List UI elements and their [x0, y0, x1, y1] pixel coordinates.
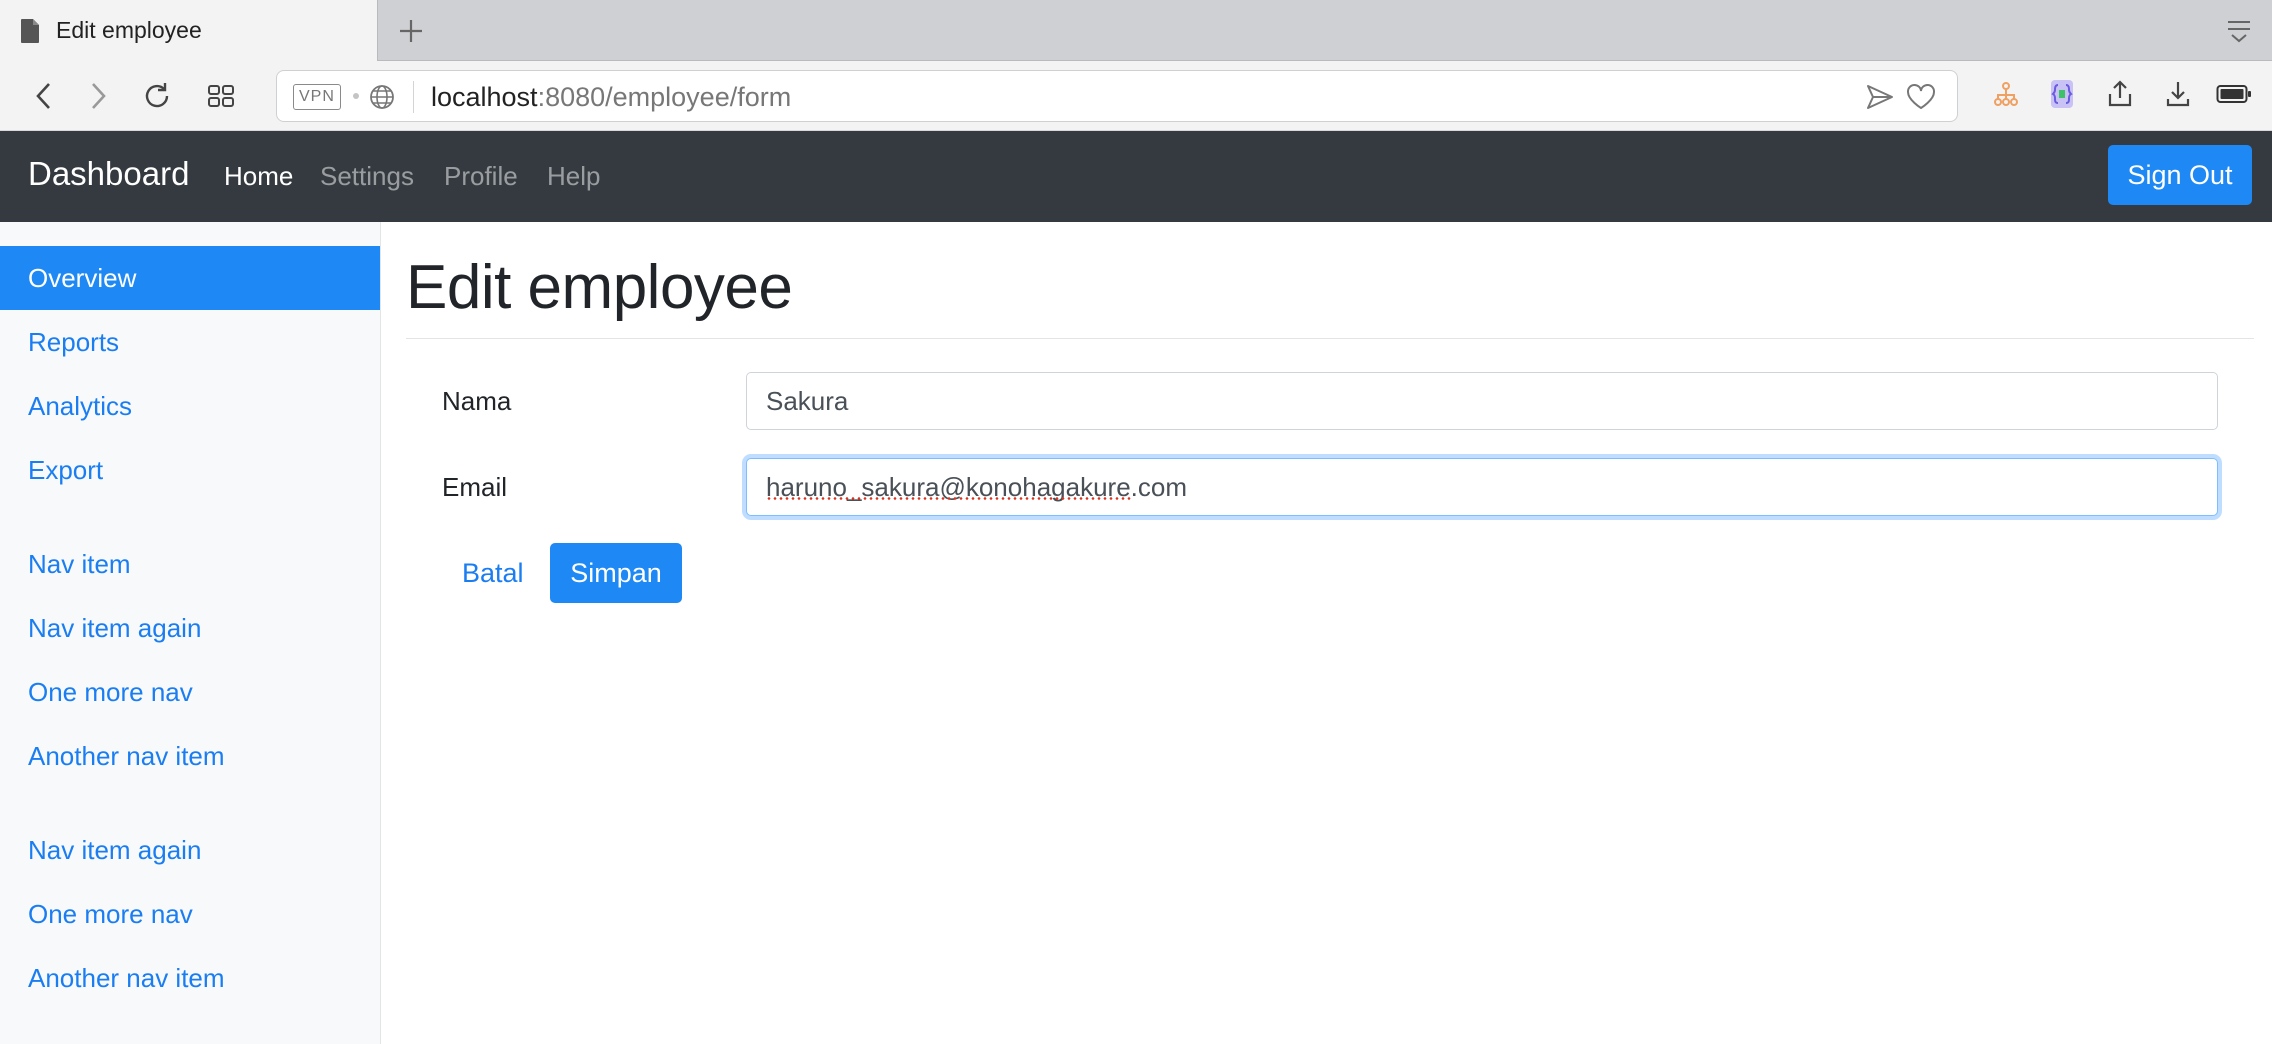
url-host: localhost	[431, 82, 538, 112]
sidebar-item-nav-item-again[interactable]: Nav item again	[0, 596, 380, 660]
extension-icon[interactable]	[2044, 76, 2080, 112]
nav-settings[interactable]: Settings	[320, 161, 414, 192]
sidebar-item-one-more-nav[interactable]: One more nav	[0, 660, 380, 724]
globe-icon[interactable]	[369, 84, 395, 110]
email-input[interactable]	[746, 458, 2218, 516]
nama-input[interactable]	[746, 372, 2218, 430]
navbar-brand[interactable]: Dashboard	[28, 155, 189, 193]
sidebar-item-nav-item[interactable]: Nav item	[0, 532, 380, 596]
reload-icon[interactable]	[139, 78, 175, 114]
browser-toolbar: VPN localhost:8080/employee/form	[0, 61, 2272, 131]
back-icon[interactable]	[26, 78, 62, 114]
top-navbar: Dashboard Home Settings Profile Help Sig…	[0, 131, 2272, 222]
plus-icon[interactable]	[392, 12, 430, 50]
save-button[interactable]: Simpan	[550, 543, 682, 603]
title-divider	[406, 338, 2254, 339]
browser-tab[interactable]: Edit employee	[0, 0, 378, 61]
share-icon[interactable]	[2102, 76, 2138, 112]
download-icon[interactable]	[2160, 76, 2196, 112]
address-bar[interactable]: VPN localhost:8080/employee/form	[276, 70, 1958, 122]
heart-icon[interactable]	[1905, 83, 1937, 111]
forward-icon[interactable]	[80, 78, 116, 114]
separator-dot	[353, 93, 359, 99]
sitemap-icon[interactable]	[1988, 76, 2024, 112]
grid-icon[interactable]	[203, 78, 239, 114]
browser-tab-bar: Edit employee	[0, 0, 2272, 61]
url-text[interactable]: localhost:8080/employee/form	[431, 82, 791, 113]
nama-label: Nama	[442, 386, 512, 416]
sidebar: Overview Reports Analytics Export Nav it…	[0, 222, 381, 1044]
send-icon[interactable]	[1865, 83, 1895, 111]
sidebar-item-another-nav-item-2[interactable]: Another nav item	[0, 946, 380, 1010]
cancel-button[interactable]: Batal	[446, 543, 540, 603]
sidebar-item-nav-item-again-2[interactable]: Nav item again	[0, 818, 380, 882]
email-field-wrapper	[746, 458, 2218, 516]
url-divider	[413, 81, 414, 113]
sidebar-item-analytics[interactable]: Analytics	[0, 374, 380, 438]
nav-help[interactable]: Help	[547, 161, 600, 192]
sidebar-item-another-nav-item[interactable]: Another nav item	[0, 724, 380, 788]
sidebar-item-overview[interactable]: Overview	[0, 246, 380, 310]
nav-home[interactable]: Home	[224, 161, 293, 192]
email-label: Email	[442, 472, 508, 502]
battery-icon	[2216, 76, 2252, 112]
sidebar-item-one-more-nav-2[interactable]: One more nav	[0, 882, 380, 946]
tab-title: Edit employee	[56, 17, 202, 43]
sidebar-item-reports[interactable]: Reports	[0, 310, 380, 374]
tab-list-icon[interactable]	[2224, 16, 2254, 46]
url-path: :8080/employee/form	[537, 82, 792, 112]
nav-profile[interactable]: Profile	[444, 161, 518, 192]
sidebar-item-export[interactable]: Export	[0, 438, 380, 502]
sign-out-button[interactable]: Sign Out	[2108, 145, 2252, 205]
document-icon	[20, 18, 40, 44]
page-title: Edit employee	[406, 253, 793, 322]
vpn-badge[interactable]: VPN	[293, 84, 341, 110]
